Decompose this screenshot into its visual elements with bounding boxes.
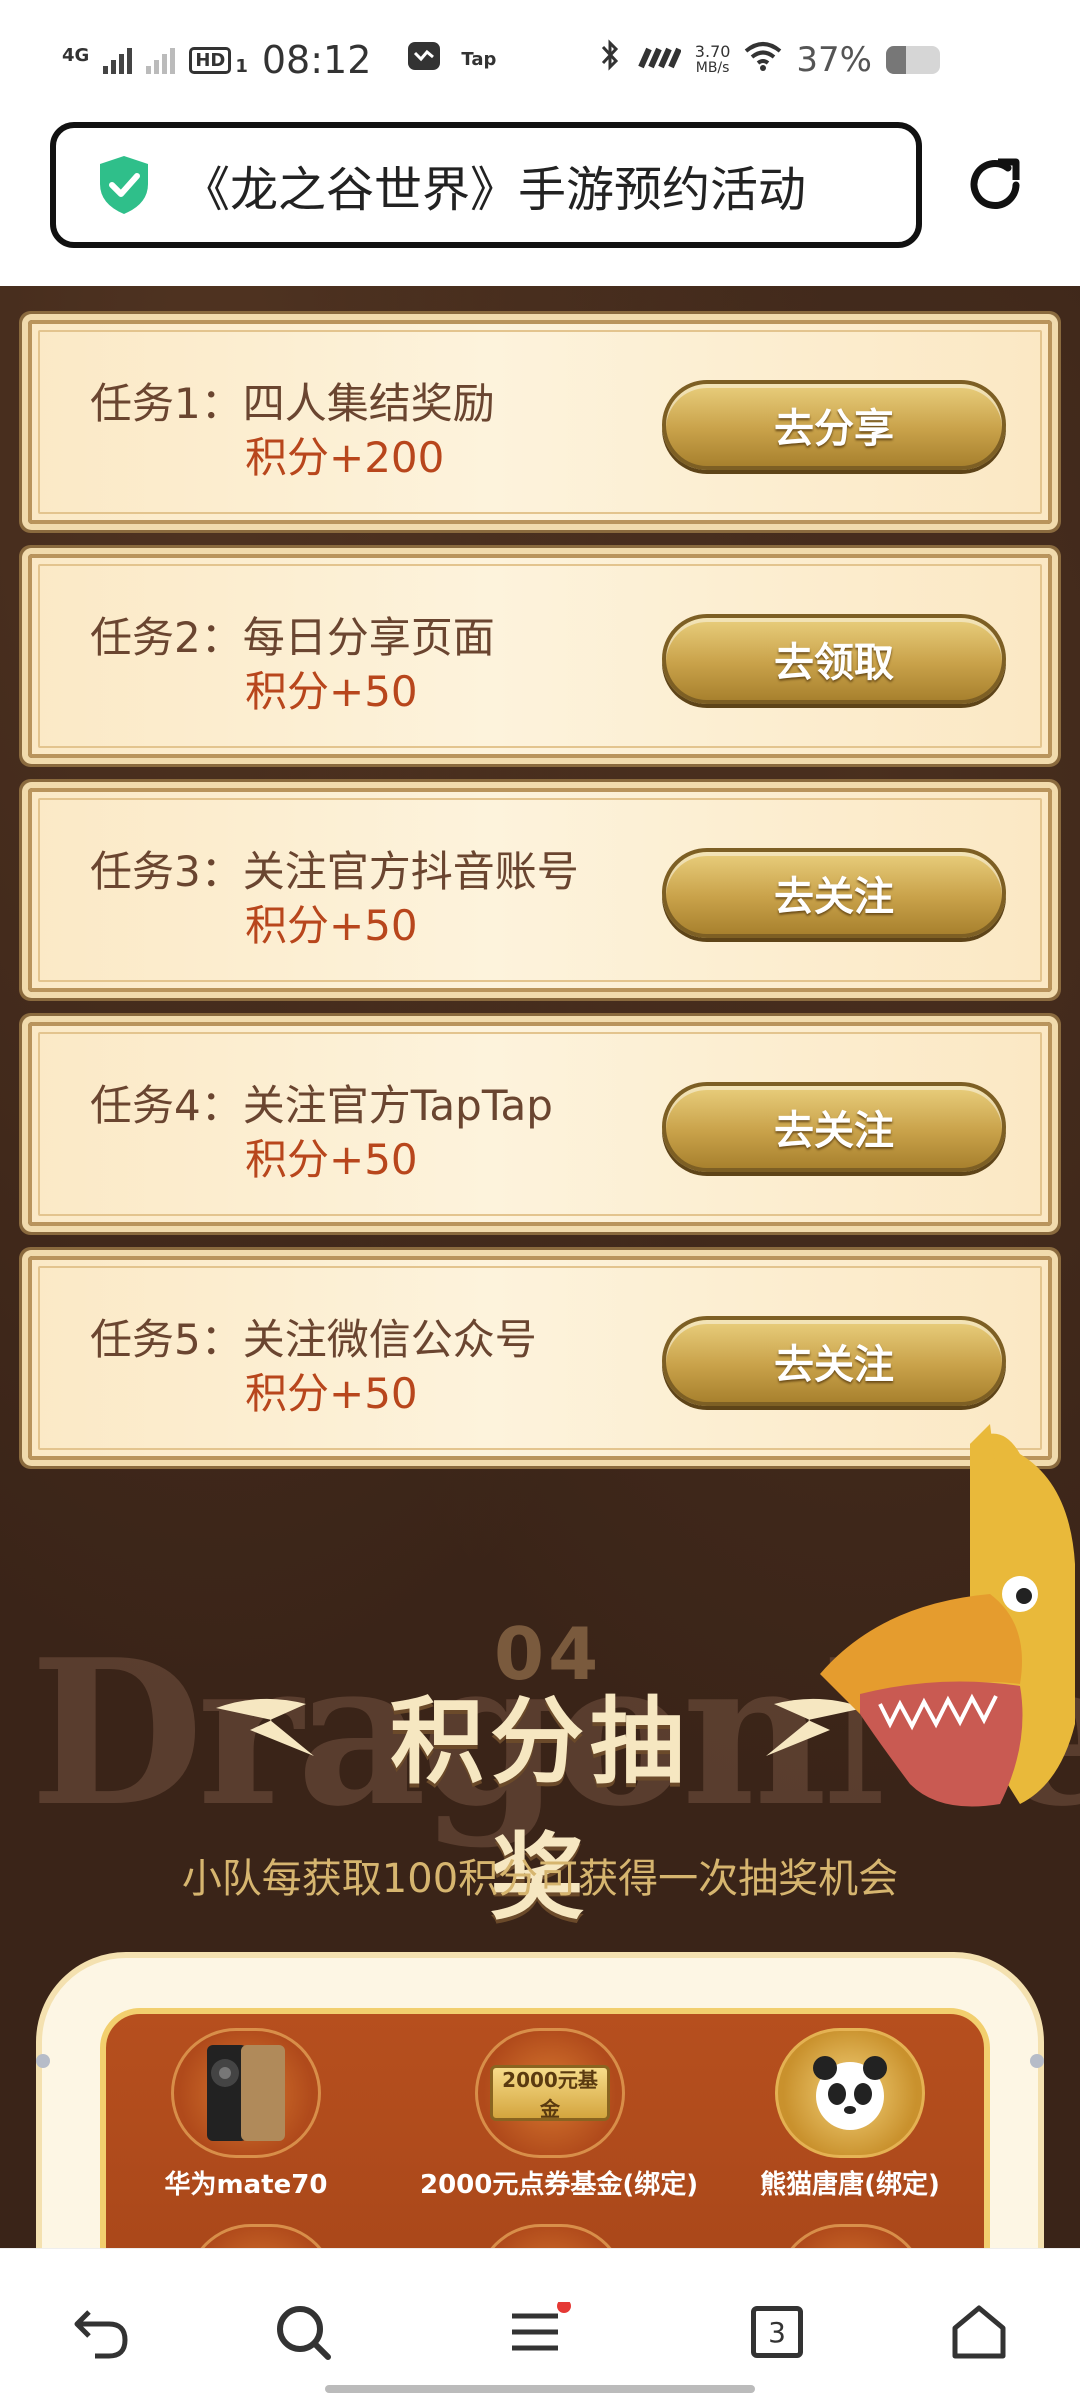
task-title: 任务3：关注官方抖音账号 (90, 847, 579, 896)
panda-icon (775, 2028, 925, 2158)
panel-dot (36, 2054, 50, 2068)
task-title: 任务5：关注微信公众号 (90, 1315, 537, 1364)
task-title: 任务1：四人集结奖励 (90, 379, 495, 428)
task-points: 积分+50 (245, 667, 418, 716)
speed-value: 3.70 (694, 41, 731, 61)
back-button[interactable] (66, 2297, 136, 2367)
message-icon (407, 40, 441, 80)
prize-item[interactable]: 2000元基金 2000元点券基金(绑定) (420, 2028, 699, 2201)
phone-icon (171, 2028, 321, 2158)
task-card: 任务1：四人集结奖励 积分+200 去分享 (28, 320, 1052, 524)
network-type: 4G (62, 30, 89, 70)
signal-2-icon (146, 46, 176, 74)
security-shield-icon (100, 156, 148, 214)
tabs-button[interactable]: 3 (742, 2297, 812, 2367)
task-card: 任务3：关注官方抖音账号 积分+50 去关注 (28, 788, 1052, 992)
tap-app-label: Tap (461, 49, 497, 70)
hd-sub: 1 (235, 56, 248, 77)
task-title: 任务2：每日分享页面 (90, 613, 495, 662)
voucher-icon: 2000元基金 (475, 2028, 625, 2158)
home-indicator[interactable] (325, 2385, 755, 2393)
prize-item[interactable]: 熊猫唐唐(绑定) (720, 2028, 980, 2201)
bluetooth-icon (599, 38, 621, 81)
home-button[interactable] (944, 2297, 1014, 2367)
address-bar[interactable]: 《龙之谷世界》手游预约活动 (50, 122, 922, 248)
page-content: 任务1：四人集结奖励 积分+200 去分享 任务2：每日分享页面 积分+50 去… (0, 286, 1080, 2248)
lightning-left-icon (216, 1698, 314, 1756)
signal-icon (103, 46, 133, 74)
prize-grid: 华为mate70 2000元基金 2000元点券基金(绑定) 熊猫唐唐(绑定) (100, 2008, 990, 2248)
wifi-icon (744, 40, 782, 80)
network-speed: 3.70 MB/s (694, 41, 731, 76)
panel-dot (1030, 2054, 1044, 2068)
claim-button[interactable]: 去领取 (662, 614, 1006, 704)
follow-taptap-button[interactable]: 去关注 (662, 1082, 1006, 1172)
menu-button[interactable] (505, 2297, 575, 2367)
back-arrow-icon (74, 2310, 128, 2359)
prize-label: 华为mate70 (164, 2170, 328, 2200)
prize-panel: 华为mate70 2000元基金 2000元点券基金(绑定) 熊猫唐唐(绑定) (36, 1952, 1044, 2248)
prize-item-partial[interactable] (186, 2224, 336, 2248)
page-title: 《龙之谷世界》手游预约活动 (182, 162, 807, 218)
prize-item[interactable]: 华为mate70 (116, 2028, 376, 2201)
search-icon (277, 2306, 331, 2360)
task-points: 积分+50 (245, 901, 418, 950)
home-icon (952, 2305, 1006, 2359)
reload-icon[interactable] (960, 150, 1030, 220)
bottom-nav: 3 (0, 2248, 1080, 2400)
network-type-label: 4G (62, 45, 90, 66)
task-title: 任务4：关注官方TapTap (90, 1081, 553, 1130)
task-card: 任务4：关注官方TapTap 积分+50 去关注 (28, 1022, 1052, 1226)
status-right: 3.70 MB/s 37% (599, 38, 940, 81)
voucher-badge: 2000元基金 (490, 2065, 610, 2121)
menu-icon (512, 2302, 571, 2351)
hd-icon: HD (189, 46, 232, 74)
follow-douyin-button[interactable]: 去关注 (662, 848, 1006, 938)
prize-item-partial[interactable] (776, 2224, 926, 2248)
battery-percent: 37% (796, 39, 872, 80)
speed-unit: MB/s (695, 59, 730, 76)
battery-icon (886, 45, 940, 74)
duck-mascot-image (820, 1424, 1075, 1807)
status-left: 4G HD 1 08:12 Tap (62, 38, 496, 82)
task-points: 积分+200 (245, 433, 445, 482)
follow-wechat-button[interactable]: 去关注 (662, 1316, 1006, 1406)
task-points: 积分+50 (245, 1135, 418, 1184)
carrier-icon (635, 40, 682, 80)
prize-label: 熊猫唐唐(绑定) (760, 2170, 940, 2200)
prize-item-partial[interactable] (476, 2224, 626, 2248)
status-bar: 4G HD 1 08:12 Tap 3.70 MB/s 37% (0, 0, 1080, 118)
search-button[interactable] (268, 2297, 338, 2367)
tab-count: 3 (751, 2306, 803, 2358)
share-button[interactable]: 去分享 (662, 380, 1006, 470)
task-points: 积分+50 (245, 1369, 418, 1418)
task-card: 任务2：每日分享页面 积分+50 去领取 (28, 554, 1052, 758)
clock: 08:12 (261, 38, 372, 82)
prize-label: 2000元点券基金(绑定) (420, 2170, 699, 2200)
lottery-subtitle: 小队每获取100积分可获得一次抽奖机会 (181, 1856, 899, 1902)
